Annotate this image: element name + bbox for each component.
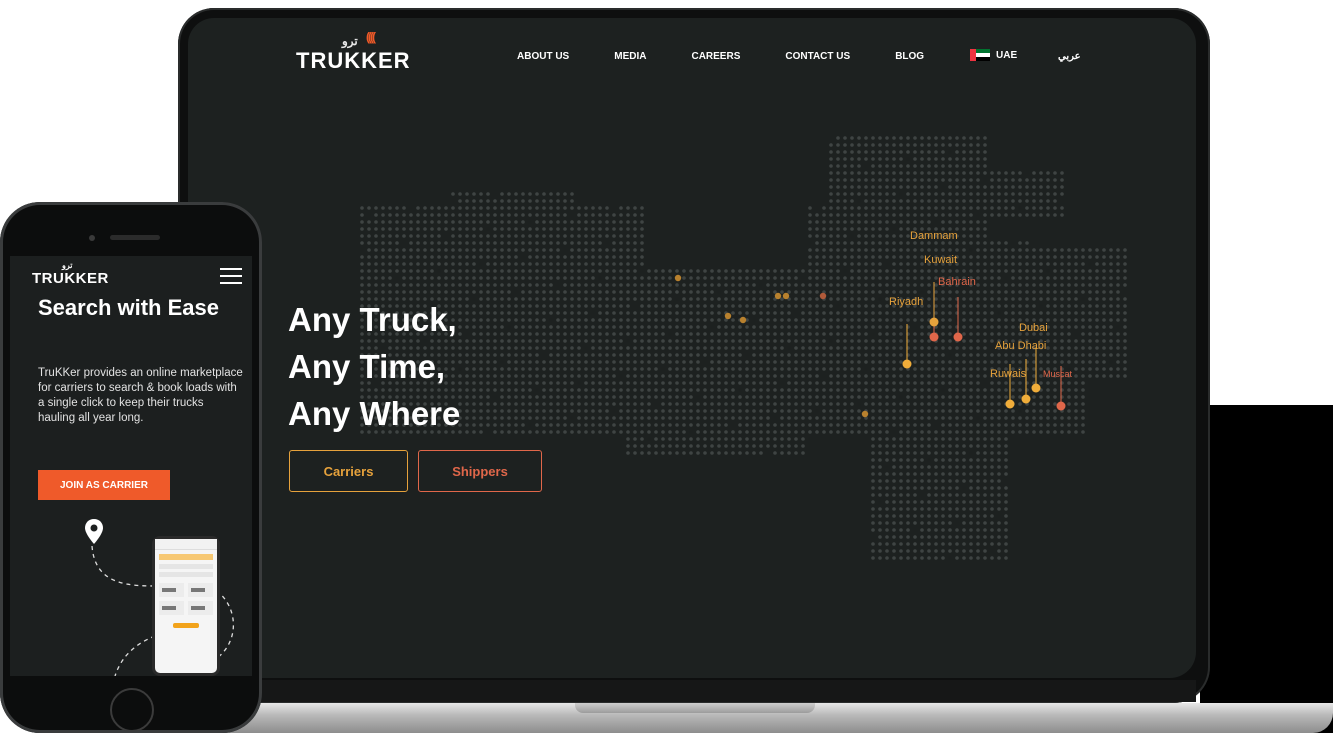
mobile-description: TruKKer provides an online marketplace f… bbox=[38, 367, 243, 424]
nav-blog[interactable]: BLOG bbox=[895, 51, 924, 62]
mobile-logo[interactable]: TRUKKER ترو bbox=[32, 261, 109, 287]
phone-screen: TRUKKER ترو Search with Ease TruKKer pro… bbox=[10, 256, 252, 676]
region-label: UAE bbox=[996, 49, 1018, 61]
nav-contact-us[interactable]: CONTACT US bbox=[785, 51, 850, 62]
city-label-ruwais: Ruwais bbox=[990, 368, 1027, 380]
hamburger-menu-icon[interactable] bbox=[220, 268, 242, 289]
laptop-chin bbox=[188, 680, 1196, 702]
mobile-title: Search with Ease bbox=[38, 295, 219, 320]
hero-title: Any Truck, Any Time, Any Where bbox=[288, 296, 548, 437]
laptop-notch bbox=[575, 703, 815, 713]
speaker-grille bbox=[110, 235, 160, 240]
logo-text: TRUKKER bbox=[296, 48, 411, 73]
laptop-screen: TRUKKER ترو (((( ABOUT US MEDIA CAREERS … bbox=[188, 18, 1196, 678]
hero-line-3: Any Where bbox=[288, 395, 461, 432]
app-preview-phone bbox=[152, 536, 220, 676]
background-band bbox=[1200, 405, 1333, 733]
hero-line-1: Any Truck, bbox=[288, 301, 457, 338]
home-button[interactable] bbox=[110, 688, 154, 732]
shippers-button[interactable]: Shippers bbox=[418, 450, 542, 492]
city-label-kuwait: Kuwait bbox=[924, 254, 958, 266]
mobile-logo-text: TRUKKER bbox=[32, 270, 109, 287]
carriers-button[interactable]: Carriers bbox=[289, 450, 408, 492]
logo-arabic: ترو bbox=[342, 34, 358, 48]
city-label-riyadh: Riyadh bbox=[889, 296, 924, 308]
nav-careers[interactable]: CAREERS bbox=[691, 51, 740, 62]
region-selector[interactable]: UAE bbox=[970, 49, 1017, 61]
city-label-abu-dhabi: Abu Dhabi bbox=[995, 340, 1047, 352]
city-label-muscat: Muscat bbox=[1043, 369, 1073, 379]
city-label-dubai: Dubai bbox=[1019, 322, 1048, 334]
nav-about-us[interactable]: ABOUT US bbox=[517, 51, 569, 62]
nav-media[interactable]: MEDIA bbox=[614, 51, 646, 62]
join-as-carrier-button[interactable]: JOIN AS CARRIER bbox=[38, 470, 170, 500]
city-label-bahrain: Bahrain bbox=[938, 276, 976, 288]
main-nav: ABOUT US MEDIA CAREERS CONTACT US BLOG bbox=[517, 51, 969, 62]
city-label-dammam: Dammam bbox=[910, 230, 958, 242]
logo-waves-icon: (((( bbox=[366, 30, 376, 44]
uae-flag-icon bbox=[970, 49, 990, 61]
mobile-logo-arabic: ترو bbox=[62, 261, 73, 270]
hero-line-2: Any Time, bbox=[288, 348, 446, 385]
location-pin-icon bbox=[85, 519, 103, 544]
trukker-logo[interactable]: TRUKKER ترو (((( bbox=[296, 30, 411, 74]
language-toggle[interactable]: عربي bbox=[1058, 51, 1081, 62]
camera-icon bbox=[89, 235, 95, 241]
phone-frame: TRUKKER ترو Search with Ease TruKKer pro… bbox=[0, 202, 262, 733]
